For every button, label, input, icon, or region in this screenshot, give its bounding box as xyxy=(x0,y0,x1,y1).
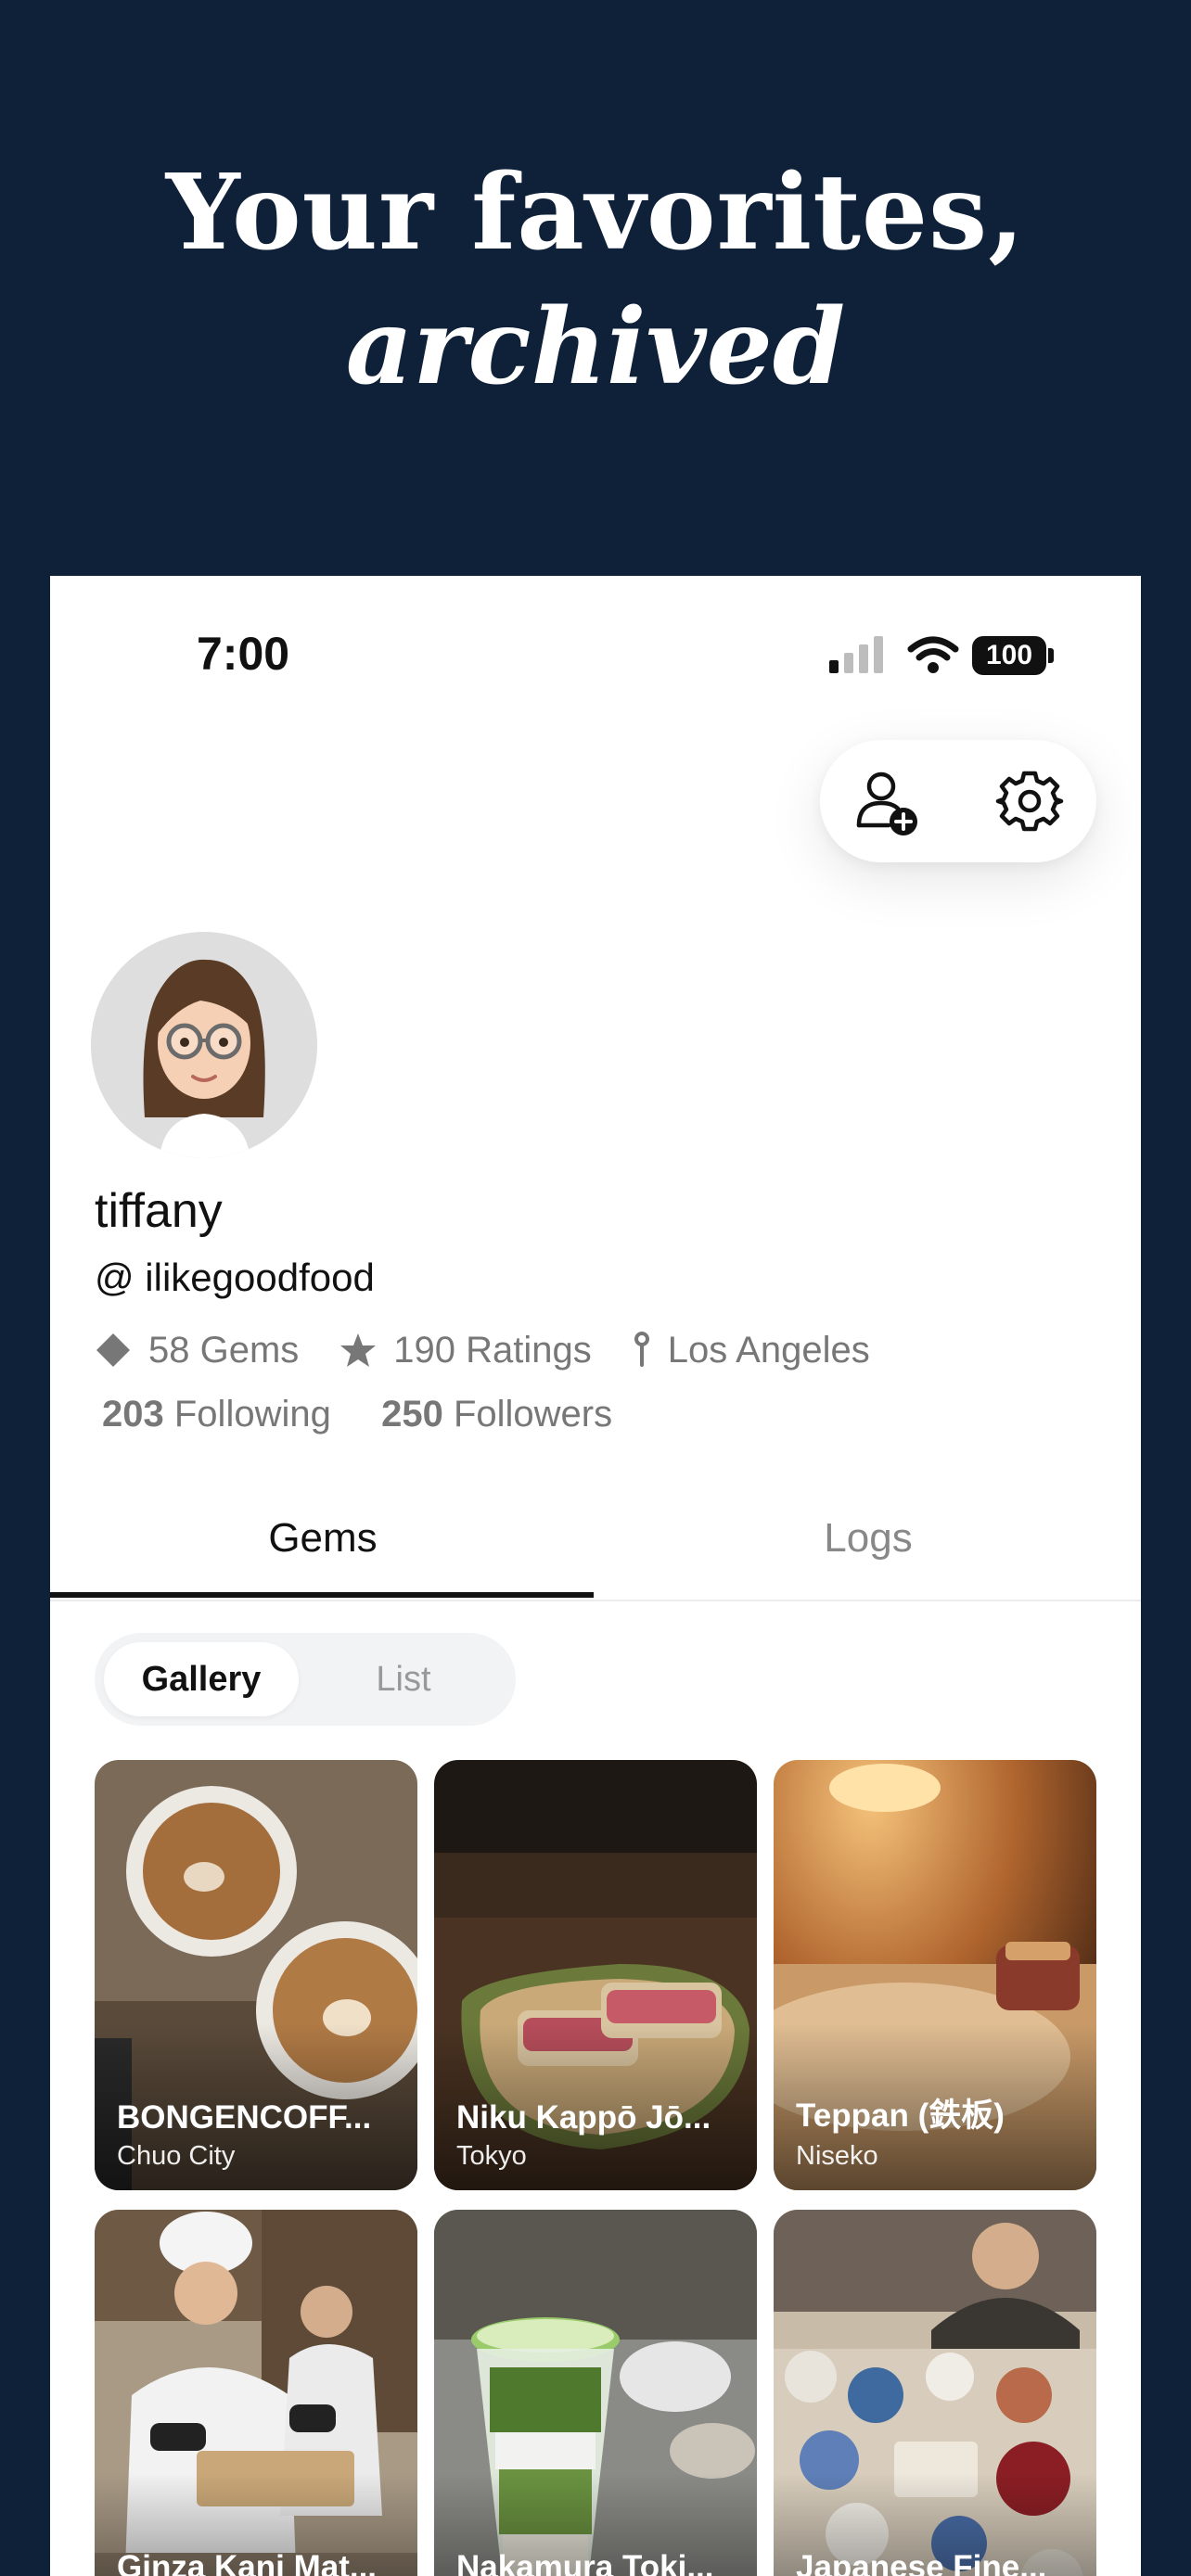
gem-card[interactable]: Niku Kappō Jō... Tokyo xyxy=(434,1760,757,2190)
memoji-avatar-image xyxy=(91,932,317,1158)
gem-name: Nakamura Toki... xyxy=(456,2549,714,2576)
hero-banner: Your favorites, archived xyxy=(0,0,1191,575)
cellular-signal-icon xyxy=(829,636,883,673)
profile-tabs: Gems Logs xyxy=(50,1492,1141,1601)
active-tab-indicator xyxy=(50,1592,594,1598)
followers-label: Followers xyxy=(453,1394,613,1435)
ratings-stat[interactable]: 190 Ratings xyxy=(339,1329,592,1371)
hero-title-line1: Your favorites, xyxy=(165,152,1026,274)
profile-stats: 58 Gems 190 Ratings Los Angeles xyxy=(95,1327,911,1373)
gem-card[interactable]: Teppan (鉄板) Niseko xyxy=(774,1760,1096,2190)
profile-actions xyxy=(820,740,1096,862)
battery-cap xyxy=(1048,648,1054,663)
location-label: Los Angeles xyxy=(667,1329,870,1371)
gem-name: Ginza Kani Mat... xyxy=(117,2549,378,2576)
gem-card[interactable]: BONGENCOFF... Chuo City xyxy=(95,1760,417,2190)
gems-stat[interactable]: 58 Gems xyxy=(95,1330,299,1371)
gallery-toggle-button[interactable]: Gallery xyxy=(104,1642,299,1716)
view-toggle: Gallery List xyxy=(95,1633,516,1726)
gear-icon xyxy=(995,771,1064,832)
tab-logs[interactable]: Logs xyxy=(596,1492,1141,1600)
following-count: 203 xyxy=(102,1394,164,1435)
gems-count: 58 Gems xyxy=(148,1329,300,1371)
gem-name: Japanese Fine... xyxy=(796,2549,1047,2576)
following-label: Following xyxy=(173,1394,331,1435)
followers-link[interactable]: 250 Followers xyxy=(381,1394,612,1435)
add-friend-button[interactable] xyxy=(850,764,924,838)
battery-level: 100 xyxy=(972,636,1046,675)
status-time: 7:00 xyxy=(197,628,290,680)
pin-icon xyxy=(634,1332,649,1367)
battery-indicator: 100 xyxy=(972,636,1056,675)
following-link[interactable]: 203 Following xyxy=(102,1394,331,1435)
tab-gems[interactable]: Gems xyxy=(50,1492,596,1600)
location-stat: Los Angeles xyxy=(633,1330,870,1371)
person-add-icon xyxy=(856,772,917,835)
gem-card[interactable]: Japanese Fine... xyxy=(774,2210,1096,2576)
profile-handle: @ ilikegoodfood xyxy=(95,1256,375,1299)
followers-count: 250 xyxy=(381,1394,443,1435)
status-icons: 100 xyxy=(829,634,1108,681)
avatar[interactable] xyxy=(91,932,317,1158)
hero-title-line2: archived xyxy=(345,287,846,408)
gem-name: BONGENCOFF... xyxy=(117,2099,372,2136)
gem-city: Niseko xyxy=(796,2141,878,2171)
list-toggle-button[interactable]: List xyxy=(306,1642,501,1716)
gem-city: Chuo City xyxy=(117,2141,236,2171)
wifi-icon xyxy=(907,636,959,673)
follow-stats: 203 Following 250 Followers xyxy=(102,1394,612,1435)
profile-username: tiffany xyxy=(95,1184,223,1238)
gem-card[interactable]: Ginza Kani Mat... xyxy=(95,2210,417,2576)
gem-card[interactable]: Nakamura Toki... xyxy=(434,2210,757,2576)
gem-name: Niku Kappō Jō... xyxy=(456,2099,711,2136)
gem-name: Teppan (鉄板) xyxy=(796,2098,1005,2134)
phone-screen: 7:00 100 tiffany @ ilikegoodfood 58 Gems… xyxy=(50,576,1141,2576)
diamond-icon xyxy=(96,1333,130,1367)
gem-city: Tokyo xyxy=(456,2141,527,2171)
star-icon xyxy=(340,1333,377,1367)
ratings-count: 190 Ratings xyxy=(393,1329,592,1371)
settings-button[interactable] xyxy=(992,764,1067,838)
